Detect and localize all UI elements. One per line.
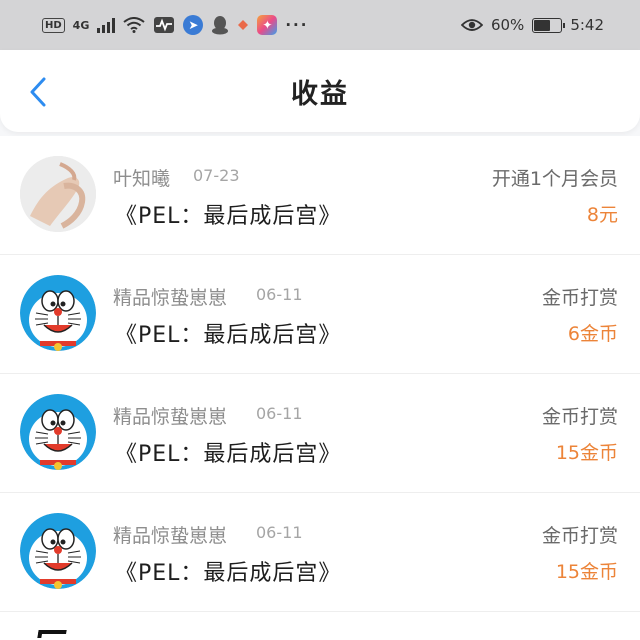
avatar <box>20 156 96 232</box>
signal-icon <box>97 17 116 33</box>
record-date: 06-11 <box>256 285 303 304</box>
doraemon-icon <box>20 513 96 589</box>
chevron-left-icon <box>30 77 46 107</box>
status-left: HD 4G ➤ ✦ ··· <box>42 15 308 35</box>
battery-icon <box>532 17 566 33</box>
hand-photo-icon <box>20 156 96 232</box>
status-right: 60% 5:42 <box>460 16 604 34</box>
earning-type: 金币打赏 <box>541 287 618 309</box>
hd-badge-icon: HD <box>42 17 65 33</box>
eye-icon <box>460 17 483 33</box>
activity-icon <box>153 16 175 34</box>
book-title: 《PEL：最后成后宫》 <box>115 561 342 586</box>
doraemon-icon <box>20 394 96 470</box>
earning-row[interactable]: 精品惊蛰崽崽 06-11 《PEL：最后成后宫》 金币打赏 15金币 <box>0 374 640 493</box>
wifi-icon <box>123 17 145 33</box>
user-name: 精品惊蛰崽崽 <box>113 287 228 309</box>
book-title: 《PEL：最后成后宫》 <box>115 323 342 348</box>
doraemon-icon <box>20 275 96 351</box>
earning-amount: 6金币 <box>567 323 618 345</box>
earnings-list: 叶知曦 07-23 《PEL：最后成后宫》 开通1个月会员 8元 精品惊蛰崽崽 … <box>0 136 640 612</box>
back-button[interactable] <box>20 72 56 112</box>
header-bar: 收益 <box>0 50 640 132</box>
earning-amount: 8元 <box>586 204 618 226</box>
earning-row[interactable]: 精品惊蛰崽崽 06-11 《PEL：最后成后宫》 金币打赏 15金币 <box>0 493 640 612</box>
battery-percent: 60% <box>490 16 525 34</box>
avatar <box>20 513 96 589</box>
book-title: 《PEL：最后成后宫》 <box>115 442 342 467</box>
partial-text-fragment <box>37 630 67 638</box>
colorful-app-icon: ✦ <box>257 15 278 35</box>
network-type: 4G <box>72 18 90 32</box>
earning-amount: 15金币 <box>555 561 618 583</box>
earning-amount: 15金币 <box>555 442 618 464</box>
user-name: 精品惊蛰崽崽 <box>113 525 228 547</box>
record-date: 06-11 <box>256 523 303 542</box>
qq-icon <box>211 15 229 35</box>
avatar <box>20 275 96 351</box>
status-time: 5:42 <box>570 16 604 34</box>
user-name: 叶知曦 <box>113 168 171 190</box>
record-date: 06-11 <box>256 404 303 423</box>
page-title: 收益 <box>291 78 349 110</box>
book-title: 《PEL：最后成后宫》 <box>115 204 342 229</box>
user-name: 精品惊蛰崽崽 <box>113 406 228 428</box>
avatar <box>20 394 96 470</box>
earning-row[interactable]: 叶知曦 07-23 《PEL：最后成后宫》 开通1个月会员 8元 <box>0 136 640 255</box>
earning-type: 金币打赏 <box>541 525 618 547</box>
partial-list-item <box>0 612 640 640</box>
earning-type: 金币打赏 <box>541 406 618 428</box>
diamond-icon <box>237 19 249 31</box>
more-dots-icon: ··· <box>285 16 309 34</box>
status-bar: HD 4G ➤ ✦ ··· 60% 5:42 <box>0 0 640 50</box>
blue-app-icon: ➤ <box>183 15 204 35</box>
battery-fill <box>534 19 550 31</box>
earning-type: 开通1个月会员 <box>491 168 618 190</box>
record-date: 07-23 <box>193 166 240 185</box>
earning-row[interactable]: 精品惊蛰崽崽 06-11 《PEL：最后成后宫》 金币打赏 6金币 <box>0 255 640 374</box>
